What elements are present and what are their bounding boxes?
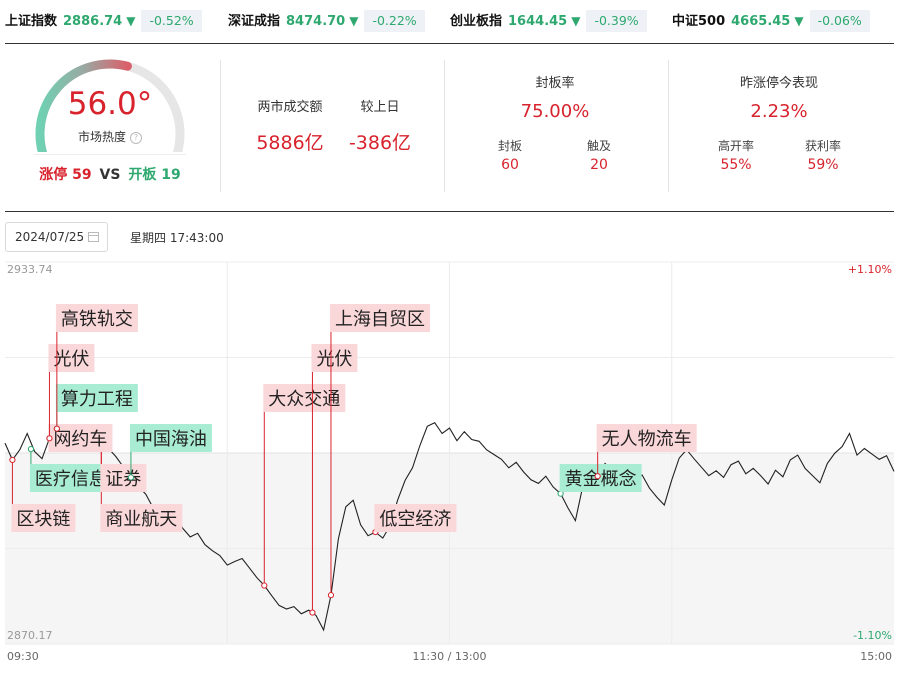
limit-up-label: 涨停 (39, 167, 68, 183)
touched-value: 20 (590, 157, 608, 173)
annotation-marker (327, 592, 335, 599)
top-divider (5, 43, 894, 44)
annotation-text: 上海自贸区 (335, 309, 425, 330)
touched-label: 触及 (586, 139, 611, 153)
index-change-badge: -0.22% (364, 10, 425, 32)
gauge-separator (34, 154, 186, 155)
annotation-text: 光伏 (53, 349, 89, 370)
index-change-badge: -0.06% (809, 10, 870, 32)
down-arrow-icon: ▼ (571, 14, 581, 28)
high-open-value: 55% (720, 157, 752, 173)
index-item-shanghai[interactable]: 上证指数 2886.74 ▼ -0.52% (5, 10, 202, 32)
annotation-text: 大众交通 (268, 389, 340, 410)
index-name: 深证成指 (228, 14, 281, 29)
weekday-time: 星期四 17:43:00 (130, 231, 224, 245)
annotation-text: 中国海油 (135, 429, 207, 450)
annotation-marker (9, 456, 16, 464)
date-value: 2024/07/25 (15, 230, 85, 244)
annotation-text: 医疗信息 (35, 469, 107, 490)
index-name: 上证指数 (5, 14, 58, 29)
annotation-text: 算力工程 (61, 389, 133, 410)
pct-max-label: +1.10% (848, 263, 892, 276)
limit-vs-open: 涨停 59 VS 开板 19 (28, 164, 192, 184)
intraday-chart[interactable]: 2933.74 2870.17 +1.10% -1.10% 09:30 11:30 / 1… (0, 258, 903, 679)
turnover-value: 5886亿 (256, 132, 324, 154)
annotation-marker (309, 609, 316, 616)
compare-label: 较上日 (360, 100, 400, 115)
annotation-marker (594, 473, 601, 480)
down-arrow-icon: ▼ (349, 14, 359, 28)
profit-label: 获利率 (804, 139, 841, 153)
open-board-label: 开板 (128, 167, 157, 183)
down-arrow-icon: ▼ (126, 14, 136, 28)
heat-value: 56.0° (67, 86, 153, 122)
annotation-text: 网约车 (53, 429, 107, 450)
index-value: 1644.45 (508, 14, 568, 29)
annotation-text: 低空经济 (379, 509, 451, 530)
stat-divider (444, 60, 445, 192)
annotation-text: 黄金概念 (565, 468, 637, 490)
y-min-label: 2870.17 (7, 629, 53, 642)
index-name: 中证500 (672, 14, 726, 29)
index-value: 8474.70 (286, 14, 346, 29)
yesterday-limit-value: 2.23% (750, 101, 808, 122)
help-icon[interactable]: ? (130, 132, 142, 144)
open-board-count: 19 (161, 167, 181, 183)
index-change-badge: -0.52% (141, 10, 202, 32)
annotation-marker (261, 582, 268, 589)
stats-divider (5, 211, 894, 212)
heat-label: 市场热度 (77, 130, 126, 144)
profit-value: 59% (807, 157, 839, 173)
high-open-label: 高开率 (717, 139, 754, 153)
x-tick-label: 15:00 (860, 650, 892, 663)
annotation-marker (46, 435, 53, 442)
annotation-text: 光伏 (316, 349, 352, 370)
annotation-text: 证券 (105, 469, 141, 490)
calendar-icon[interactable] (88, 232, 99, 242)
annotation-marker (27, 446, 35, 453)
index-item-shenzhen[interactable]: 深证成指 8474.70 ▼ -0.22% (228, 10, 425, 32)
stat-divider (668, 60, 669, 192)
date-picker[interactable]: 2024/07/25 (5, 222, 108, 252)
annotation-text: 高铁轨交 (61, 309, 133, 330)
seal-rate-title: 封板率 (535, 76, 575, 91)
y-max-label: 2933.74 (7, 263, 53, 276)
yesterday-limit-title: 昨涨停今表现 (739, 76, 818, 91)
turnover-label: 两市成交额 (257, 100, 323, 115)
index-item-csi500[interactable]: 中证500 4665.45 ▼ -0.06% (672, 10, 870, 32)
annotation-marker (53, 425, 60, 432)
sealed-value: 60 (501, 157, 519, 173)
index-value: 4665.45 (731, 14, 791, 29)
annotation-text: 商业航天 (105, 509, 177, 530)
stat-divider (220, 60, 221, 192)
sector-annotation: 黄金概念 (557, 464, 642, 497)
sealed-label: 封板 (497, 139, 522, 153)
index-bar: 上证指数 2886.74 ▼ -0.52% 深证成指 8474.70 ▼ -0.22% 创业… (0, 0, 903, 40)
x-tick-label: 11:30 / 13:00 (412, 650, 486, 663)
index-item-chinext[interactable]: 创业板指 1644.45 ▼ -0.39% (450, 10, 647, 32)
annotation-marker (127, 474, 135, 481)
heat-label-row: 市场热度? (28, 128, 192, 145)
down-arrow-icon: ▼ (794, 14, 804, 28)
sector-annotation: 低空经济 (372, 504, 457, 536)
annotation-text: 无人物流车 (602, 429, 692, 450)
seal-rate-value: 75.00% (520, 101, 590, 122)
compare-value: -386亿 (348, 132, 412, 154)
vs-text: VS (99, 167, 121, 183)
limit-up-count: 59 (72, 167, 92, 183)
x-tick-label: 09:30 (7, 650, 39, 663)
pct-min-label: -1.10% (853, 629, 892, 642)
index-value: 2886.74 (63, 14, 123, 29)
index-name: 创业板指 (450, 14, 503, 29)
index-change-badge: -0.39% (586, 10, 647, 32)
annotation-text: 区块链 (16, 509, 70, 530)
